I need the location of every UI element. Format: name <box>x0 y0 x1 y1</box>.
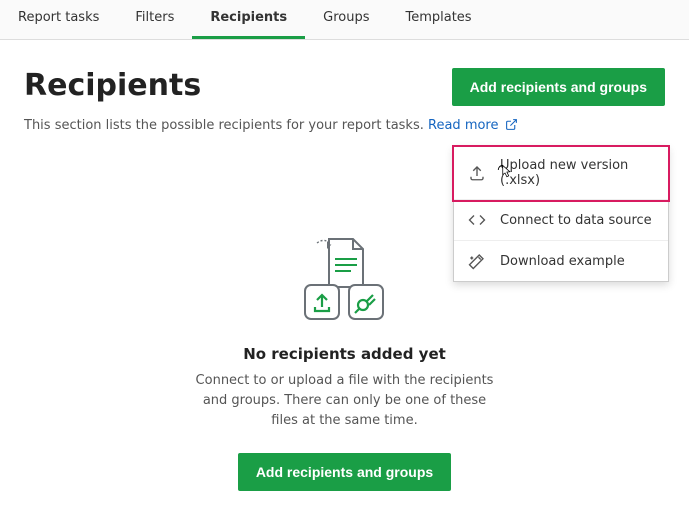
tab-recipients[interactable]: Recipients <box>192 0 305 39</box>
dropdown-item-connect[interactable]: Connect to data source <box>454 200 668 241</box>
upload-icon <box>468 164 486 182</box>
dropdown-item-label: Upload new version (.xlsx) <box>500 158 654 188</box>
wand-icon <box>468 252 486 270</box>
empty-state-title: No recipients added yet <box>243 345 446 363</box>
code-icon <box>468 211 486 229</box>
tab-filters[interactable]: Filters <box>117 0 192 39</box>
external-link-icon <box>505 118 518 135</box>
dropdown-item-label: Download example <box>500 254 625 269</box>
empty-state-text: Connect to or upload a file with the rec… <box>195 371 495 431</box>
dropdown-item-label: Connect to data source <box>500 213 652 228</box>
tab-report-tasks[interactable]: Report tasks <box>0 0 117 39</box>
tab-groups[interactable]: Groups <box>305 0 387 39</box>
add-recipients-button[interactable]: Add recipients and groups <box>452 68 665 106</box>
tabbar: Report tasks Filters Recipients Groups T… <box>0 0 689 40</box>
read-more-link[interactable]: Read more <box>428 118 518 133</box>
dropdown-item-upload[interactable]: Upload new version (.xlsx) <box>454 147 668 200</box>
page-title: Recipients <box>24 68 201 103</box>
page-subtitle: This section lists the possible recipien… <box>24 118 424 133</box>
add-recipients-dropdown: Upload new version (.xlsx) Connect to da… <box>453 146 669 282</box>
add-recipients-button-bottom[interactable]: Add recipients and groups <box>238 453 451 491</box>
empty-state-illustration <box>285 235 405 331</box>
dropdown-item-download[interactable]: Download example <box>454 241 668 281</box>
tab-templates[interactable]: Templates <box>387 0 489 39</box>
